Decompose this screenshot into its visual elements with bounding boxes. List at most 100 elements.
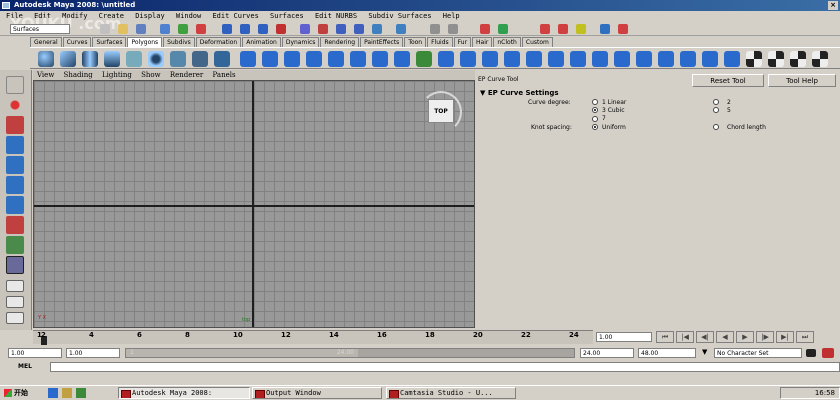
step-forward-frame-button[interactable]: |▶ [756, 331, 774, 343]
viewport-menu-renderer[interactable]: Renderer [170, 71, 203, 79]
open-scene-icon[interactable] [118, 24, 128, 34]
offset-edge-loop-icon[interactable] [460, 51, 476, 67]
poly-cylinder-icon[interactable] [82, 51, 98, 67]
tab-ncloth[interactable]: nCloth [493, 37, 521, 47]
outliner-layout-icon[interactable] [6, 312, 24, 324]
reset-tool-button[interactable]: Reset Tool [692, 74, 764, 87]
planar-map-icon[interactable] [768, 51, 784, 67]
tab-general[interactable]: General [30, 37, 62, 47]
lasso-tool-icon[interactable] [6, 96, 24, 114]
start-time-field[interactable]: 1.00 [8, 348, 62, 358]
range-bar[interactable]: 1 24.00 [125, 348, 575, 358]
mel-command-input[interactable] [50, 362, 840, 372]
start-button[interactable]: 开始 [2, 387, 42, 399]
insert-edge-loop-icon[interactable] [438, 51, 454, 67]
reduce-icon[interactable] [636, 51, 652, 67]
tab-dynamics[interactable]: Dynamics [281, 37, 320, 47]
menu-set-select[interactable]: Surfaces [10, 24, 70, 34]
menu-subdiv-surfaces[interactable]: Subdiv Surfaces [368, 12, 431, 20]
ipr-render-icon[interactable] [354, 24, 364, 34]
poly-sphere-icon[interactable] [38, 51, 54, 67]
scale-tool-icon[interactable] [6, 176, 24, 194]
show-manipulator-icon[interactable] [6, 236, 24, 254]
step-forward-key-button[interactable]: ▶| [776, 331, 794, 343]
end-time-field[interactable]: 48.00 [638, 348, 696, 358]
taskbar-maya-window[interactable]: Autodesk Maya 2008: [118, 387, 250, 399]
character-set-field[interactable]: No Character Set [714, 348, 802, 358]
character-set-arrow-icon[interactable]: ▼ [702, 348, 707, 356]
current-frame-field[interactable]: 1.00 [596, 332, 652, 342]
input-line-icon[interactable] [448, 24, 458, 34]
quicklaunch-desktop-icon[interactable] [76, 388, 86, 398]
separate-icon[interactable] [262, 51, 278, 67]
wedge-face-icon[interactable] [548, 51, 564, 67]
poly-prism-icon[interactable] [170, 51, 186, 67]
smooth-icon[interactable] [306, 51, 322, 67]
select-tool-icon[interactable] [6, 76, 24, 94]
quadrangulate-icon[interactable] [702, 51, 718, 67]
go-to-end-button[interactable]: ⏭ [796, 331, 814, 343]
manipulator-icon[interactable] [6, 196, 24, 214]
tab-fur[interactable]: Fur [453, 37, 472, 47]
extrude-icon[interactable] [372, 51, 388, 67]
playback-end-field[interactable]: 24.00 [580, 348, 634, 358]
degree-1-linear-radio[interactable] [592, 99, 598, 105]
range-handle[interactable]: 1 24.00 [126, 349, 358, 357]
poly-plane-icon[interactable] [126, 51, 142, 67]
single-perspective-layout-icon[interactable] [6, 280, 24, 292]
fill-hole-icon[interactable] [724, 51, 740, 67]
layer-editor-icon[interactable] [558, 24, 568, 34]
save-scene-icon[interactable] [136, 24, 146, 34]
viewcube-top-face[interactable]: TOP [428, 99, 454, 123]
lock-icon[interactable] [430, 24, 440, 34]
tab-animation[interactable]: Animation [242, 37, 281, 47]
time-slider[interactable]: 1 2 4 6 8 10 12 14 16 18 20 22 24 [33, 330, 593, 345]
menu-window[interactable]: Window [176, 12, 201, 20]
soft-mod-icon[interactable] [6, 216, 24, 234]
snap-curve-icon[interactable] [240, 24, 250, 34]
character-icon[interactable] [576, 24, 586, 34]
tab-rendering[interactable]: Rendering [320, 37, 360, 47]
taskbar-output-window[interactable]: Output Window [252, 387, 382, 399]
split-polygon-icon[interactable] [416, 51, 432, 67]
key-icon[interactable] [806, 349, 816, 357]
snap-grid-icon[interactable] [222, 24, 232, 34]
degree-5-radio[interactable] [713, 107, 719, 113]
history-icon[interactable] [318, 24, 328, 34]
tool-settings-icon[interactable] [498, 24, 508, 34]
close-window-button[interactable]: × [828, 1, 838, 10]
poly-torus-icon[interactable] [148, 51, 164, 67]
bridge-icon[interactable] [394, 51, 410, 67]
viewport-menu-shading[interactable]: Shading [64, 71, 93, 79]
knot-uniform-radio[interactable] [592, 124, 598, 130]
paint-select-icon[interactable] [6, 116, 24, 134]
viewport-menu-show[interactable]: Show [141, 71, 161, 79]
triangulate-icon[interactable] [680, 51, 696, 67]
bevel-icon[interactable] [526, 51, 542, 67]
help-icon[interactable] [396, 24, 406, 34]
tab-subdivs[interactable]: Subdivs [163, 37, 195, 47]
viewcube[interactable]: TOP [420, 91, 462, 133]
snap-view-plane-icon[interactable] [276, 24, 286, 34]
menu-help[interactable]: Help [443, 12, 460, 20]
degree-7-radio[interactable] [592, 116, 598, 122]
cleanup-icon[interactable] [658, 51, 674, 67]
viewport-menu-lighting[interactable]: Lighting [102, 71, 132, 79]
knot-chord-length-radio[interactable] [713, 124, 719, 130]
snap-point-icon[interactable] [258, 24, 268, 34]
step-back-frame-button[interactable]: ◀| [696, 331, 714, 343]
tab-surfaces[interactable]: Surfaces [92, 37, 127, 47]
go-to-start-button[interactable]: ⏮ [656, 331, 674, 343]
tab-toon[interactable]: Toon [404, 37, 427, 47]
select-component-icon[interactable] [196, 24, 206, 34]
sculpt-icon[interactable] [614, 51, 630, 67]
play-backwards-button[interactable]: ◀ [716, 331, 734, 343]
ep-curve-settings-header[interactable]: ▼ EP Curve Settings [480, 89, 559, 97]
degree-2-radio[interactable] [713, 99, 719, 105]
viewport-menu-view[interactable]: View [37, 71, 54, 79]
cylindrical-map-icon[interactable] [790, 51, 806, 67]
tab-painteffects[interactable]: PaintEffects [360, 37, 404, 47]
tool-help-button[interactable]: Tool Help [768, 74, 836, 87]
mirror-icon[interactable] [350, 51, 366, 67]
four-view-layout-icon[interactable] [6, 296, 24, 308]
